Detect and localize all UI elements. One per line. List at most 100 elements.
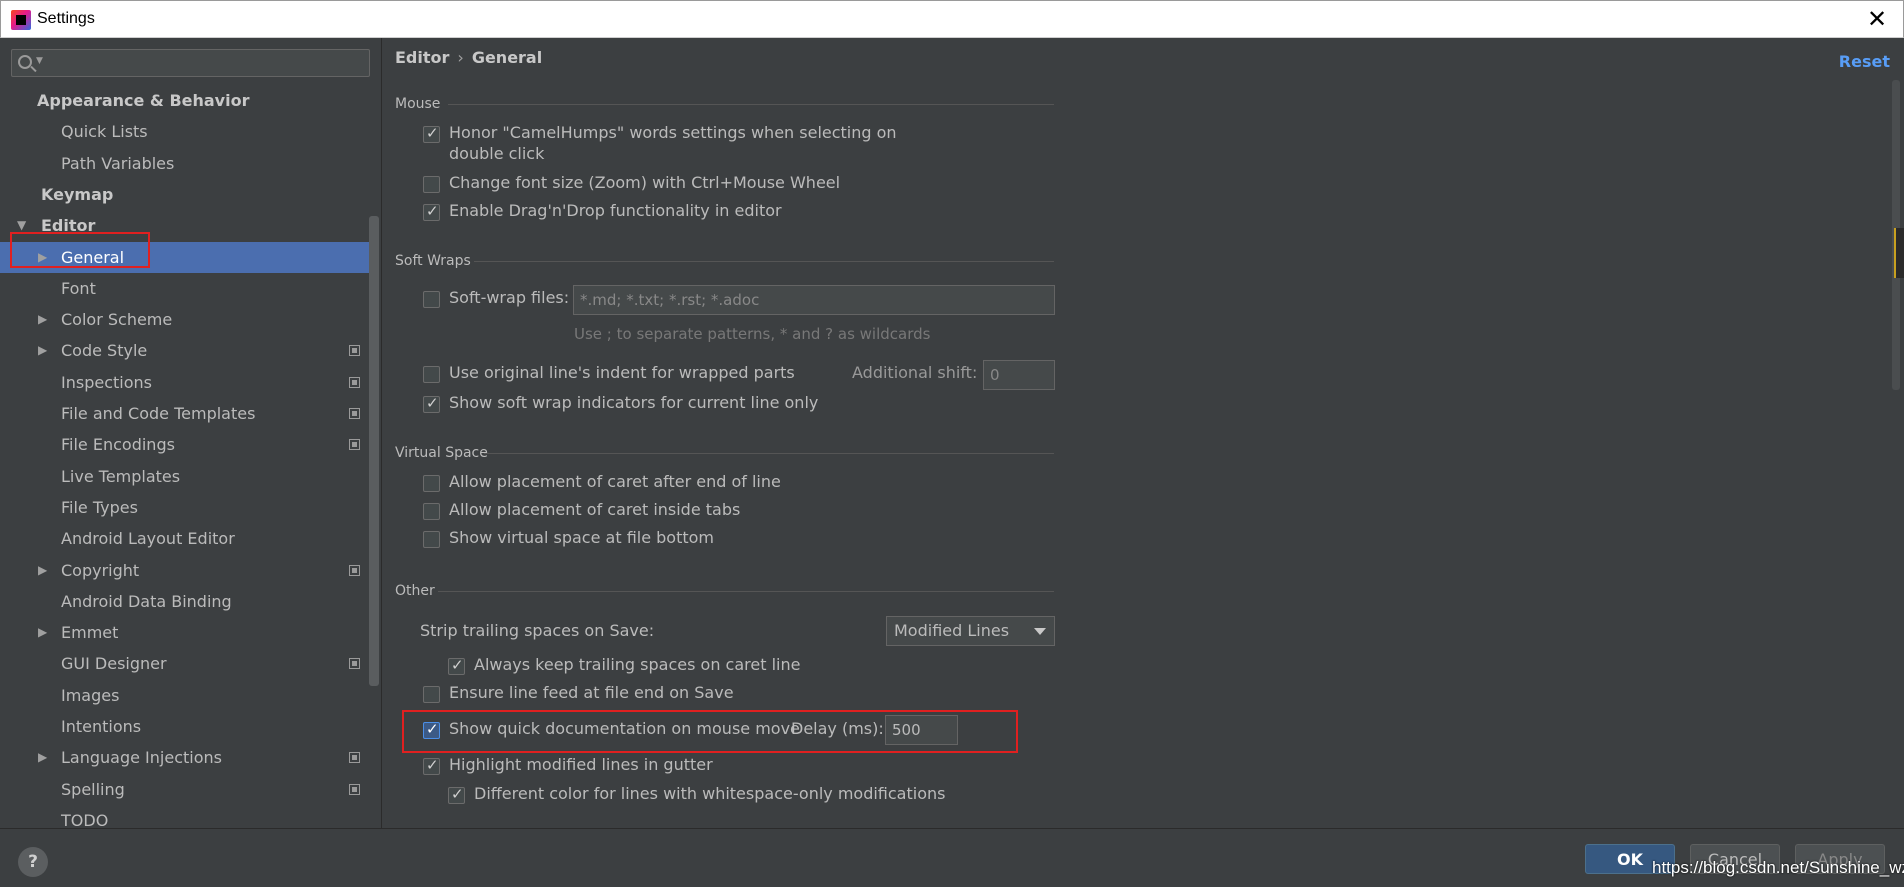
project-scope-icon xyxy=(349,783,360,795)
section-soft-wraps: Soft Wraps xyxy=(395,253,471,269)
project-scope-icon xyxy=(349,345,360,357)
sidebar-item-label: File Types xyxy=(61,497,138,517)
reset-link[interactable]: Reset xyxy=(1839,52,1890,71)
expand-down-icon[interactable]: ▼ xyxy=(17,210,26,241)
sidebar-item-android-layout-editor[interactable]: Android Layout Editor xyxy=(0,523,370,554)
sidebar-item-label: Emmet xyxy=(61,623,119,643)
sidebar-scrollbar[interactable] xyxy=(369,216,379,686)
dragdrop-checkbox[interactable] xyxy=(423,202,440,221)
sidebar-item-label: File Encodings xyxy=(61,435,175,455)
search-input[interactable]: ▼ xyxy=(11,49,370,77)
title-bar: Settings ✕ xyxy=(0,0,1904,38)
sidebar-item-file-types[interactable]: File Types xyxy=(0,492,370,523)
sidebar-item-keymap[interactable]: Keymap xyxy=(0,179,370,210)
line-feed-label: Ensure line feed at file end on Save xyxy=(449,683,734,702)
project-scope-icon xyxy=(349,408,360,419)
breadcrumb-parent[interactable]: Editor xyxy=(395,48,449,67)
sidebar-item-editor[interactable]: ▼ Editor xyxy=(0,210,370,241)
sidebar-item-spelling[interactable]: Spelling xyxy=(0,774,370,805)
sidebar-item-label: Keymap xyxy=(41,184,114,204)
section-mouse: Mouse xyxy=(395,96,441,112)
strip-trailing-label: Strip trailing spaces on Save: xyxy=(420,621,655,640)
breadcrumb-separator: › xyxy=(457,48,464,67)
caret-after-end-label: Allow placement of caret after end of li… xyxy=(449,472,781,491)
sidebar-item-label: Copyright xyxy=(61,560,140,580)
divider xyxy=(448,104,1054,105)
sidebar-item-label: Code Style xyxy=(61,341,148,361)
sidebar-item-label: Android Layout Editor xyxy=(61,529,235,549)
breadcrumb-current: General xyxy=(471,48,543,67)
original-indent-checkbox[interactable] xyxy=(423,366,440,383)
expand-right-icon[interactable]: ▶ xyxy=(38,242,47,273)
sidebar-item-copyright[interactable]: ▶ Copyright xyxy=(0,555,370,586)
expand-right-icon[interactable]: ▶ xyxy=(38,304,47,335)
sidebar-item-path-variables[interactable]: Path Variables xyxy=(0,148,370,179)
expand-right-icon[interactable]: ▶ xyxy=(38,742,47,773)
sidebar-item-live-templates[interactable]: Live Templates xyxy=(0,461,370,492)
close-icon[interactable]: ✕ xyxy=(1863,5,1891,33)
softwrap-files-checkbox[interactable] xyxy=(423,291,440,308)
sidebar-item-file-encodings[interactable]: File Encodings xyxy=(0,429,370,460)
keep-trailing-label: Always keep trailing spaces on caret lin… xyxy=(474,655,801,674)
sidebar-item-emmet[interactable]: ▶ Emmet xyxy=(0,617,370,648)
divider xyxy=(474,261,1054,262)
sidebar-item-label: Appearance & Behavior xyxy=(37,91,250,110)
virtual-space-bottom-checkbox[interactable] xyxy=(423,531,440,548)
watermark: https://blog.csdn.net/Sunshine_wz xyxy=(1652,858,1904,877)
whitespace-color-checkbox[interactable] xyxy=(448,785,465,804)
sidebar-item-file-and-code-templates[interactable]: File and Code Templates xyxy=(0,398,370,429)
project-scope-icon xyxy=(349,564,360,576)
caret-inside-tabs-checkbox[interactable] xyxy=(423,503,440,520)
additional-shift-input[interactable]: 0 xyxy=(983,360,1055,390)
sidebar-item-label: Quick Lists xyxy=(61,122,148,142)
sidebar-item-intentions[interactable]: Intentions xyxy=(0,711,370,742)
sidebar-item-android-data-binding[interactable]: Android Data Binding xyxy=(0,586,370,617)
sidebar-item-label: Color Scheme xyxy=(61,310,173,330)
expand-right-icon[interactable]: ▶ xyxy=(38,617,47,648)
strip-trailing-select[interactable]: Modified Lines xyxy=(886,616,1055,646)
sidebar-item-language-injections[interactable]: ▶ Language Injections xyxy=(0,742,370,773)
expand-right-icon[interactable]: ▶ xyxy=(38,335,47,366)
camelhumps-checkbox[interactable] xyxy=(423,124,440,143)
soft-wrap-indicators-label: Show soft wrap indicators for current li… xyxy=(449,393,819,412)
quick-doc-checkbox[interactable] xyxy=(423,720,440,739)
sidebar-item-label: Images xyxy=(61,685,120,705)
sidebar-item-label: GUI Designer xyxy=(61,654,167,674)
sidebar-item-label: Inspections xyxy=(61,372,152,392)
sidebar-item-font[interactable]: Font xyxy=(0,273,370,304)
sidebar-item-label: Font xyxy=(61,278,96,298)
sidebar-item-appearance-behavior[interactable]: Appearance & Behavior xyxy=(0,85,370,116)
sidebar-item-color-scheme[interactable]: ▶ Color Scheme xyxy=(0,304,370,335)
softwrap-files-input[interactable]: *.md; *.txt; *.rst; *.adoc xyxy=(573,285,1055,315)
sidebar-item-code-style[interactable]: ▶ Code Style xyxy=(0,335,370,366)
keep-trailing-checkbox[interactable] xyxy=(448,656,465,675)
sidebar-item-label: Intentions xyxy=(61,717,142,736)
settings-main-panel: Editor › General Reset Mouse Honor "CamelH… xyxy=(382,38,1904,828)
sidebar-item-label: Path Variables xyxy=(61,153,175,173)
strip-trailing-value: Modified Lines xyxy=(894,621,1010,640)
highlight-modified-checkbox[interactable] xyxy=(423,756,440,775)
section-other: Other xyxy=(395,583,435,599)
softwrap-files-label: Soft-wrap files: xyxy=(449,288,570,307)
sidebar-item-images[interactable]: Images xyxy=(0,680,370,711)
sidebar-item-gui-designer[interactable]: GUI Designer xyxy=(0,648,370,679)
soft-wrap-indicators-checkbox[interactable] xyxy=(423,394,440,413)
divider xyxy=(438,591,1054,592)
sidebar-item-general[interactable]: ▶ General xyxy=(0,241,370,273)
project-scope-icon xyxy=(349,658,360,670)
zoom-label: Change font size (Zoom) with Ctrl+Mouse … xyxy=(449,173,841,192)
help-icon[interactable]: ? xyxy=(18,847,48,877)
line-feed-checkbox[interactable] xyxy=(423,686,440,703)
virtual-space-bottom-label: Show virtual space at file bottom xyxy=(449,528,715,547)
highlight-modified-label: Highlight modified lines in gutter xyxy=(449,755,713,774)
sidebar-item-inspections[interactable]: Inspections xyxy=(0,367,370,398)
zoom-checkbox[interactable] xyxy=(423,176,440,193)
caret-after-end-checkbox[interactable] xyxy=(423,475,440,492)
sidebar-item-quick-lists[interactable]: Quick Lists xyxy=(0,116,370,147)
edge-marker xyxy=(1894,228,1904,278)
quick-doc-label: Show quick documentation on mouse move xyxy=(449,719,800,738)
search-icon xyxy=(18,55,32,69)
delay-input[interactable]: 500 xyxy=(885,715,958,745)
expand-right-icon[interactable]: ▶ xyxy=(38,555,47,586)
camelhumps-label: Honor "CamelHumps" words settings when s… xyxy=(449,123,897,142)
